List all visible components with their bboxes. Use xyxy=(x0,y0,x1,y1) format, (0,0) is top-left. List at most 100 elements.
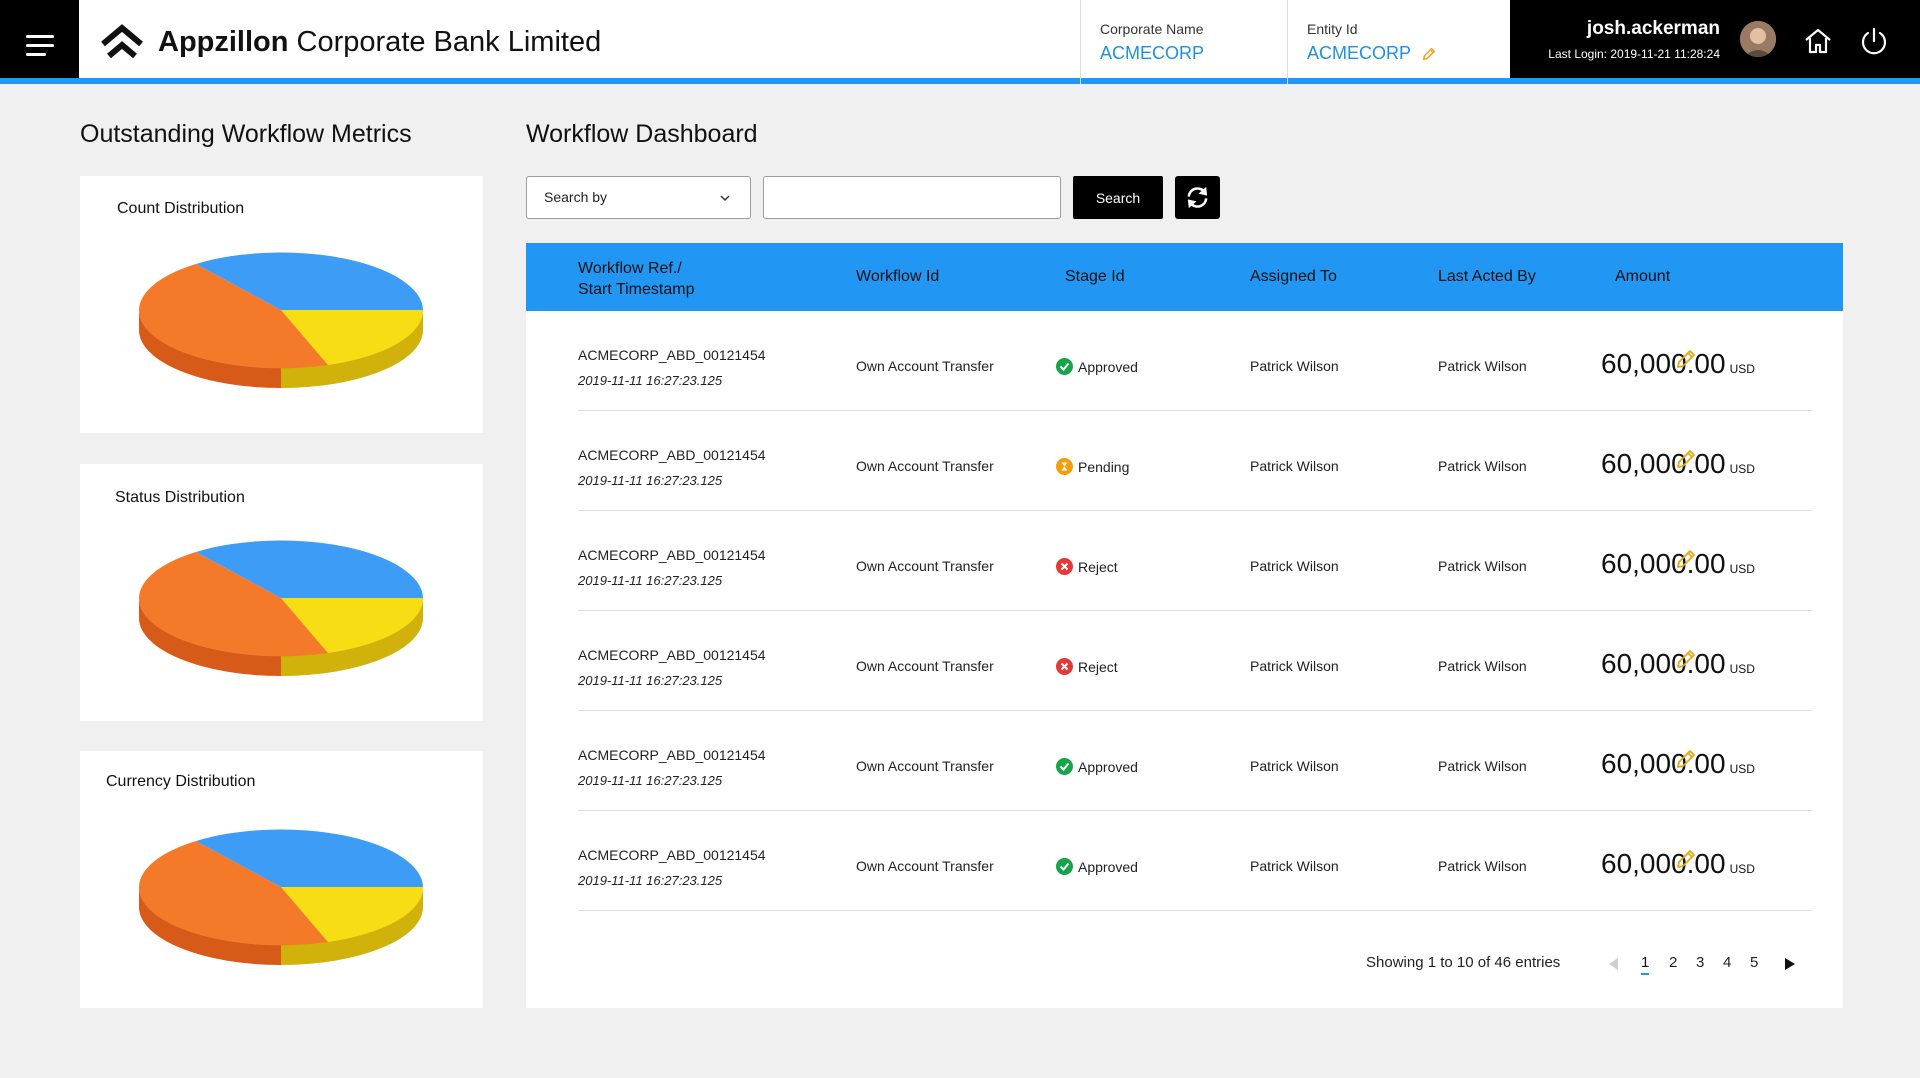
page-1[interactable]: 1 xyxy=(1641,954,1650,975)
last-acted-by: Patrick Wilson xyxy=(1438,658,1527,674)
pie-chart[interactable] xyxy=(136,829,426,969)
user-panel: josh.ackerman Last Login: 2019-11-21 11:… xyxy=(1510,0,1920,84)
start-timestamp: 2019-11-11 16:27:23.125 xyxy=(578,473,723,488)
pencil-icon[interactable] xyxy=(1421,46,1437,62)
workflow-id: Own Account Transfer xyxy=(856,758,994,774)
workflow-ref[interactable]: ACMECORP_ABD_00121454 xyxy=(578,747,766,763)
entity-id-value: ACMECORP xyxy=(1307,43,1412,63)
stage-status: Approved xyxy=(1056,758,1138,775)
search-input[interactable] xyxy=(763,176,1061,219)
table-row[interactable]: ACMECORP_ABD_00121454 2019-11-11 16:27:2… xyxy=(578,311,1812,411)
col-assigned-to[interactable]: Assigned To xyxy=(1250,268,1337,286)
last-acted-by: Patrick Wilson xyxy=(1438,358,1527,374)
check-icon xyxy=(1056,858,1073,875)
corporate-name-field: Corporate Name ACMECORP xyxy=(1080,0,1287,84)
stage-label: Pending xyxy=(1078,458,1130,475)
edit-icon[interactable] xyxy=(1674,847,1698,871)
page-5[interactable]: 5 xyxy=(1750,954,1758,971)
chevron-down-icon xyxy=(720,195,730,202)
search-by-dropdown[interactable]: Search by xyxy=(526,176,751,219)
hourglass-icon xyxy=(1056,458,1073,475)
col-workflow-id[interactable]: Workflow Id xyxy=(856,268,939,286)
refresh-icon xyxy=(1187,186,1208,209)
currency-distribution-card: Currency Distribution xyxy=(80,751,483,1008)
dashboard-title: Workflow Dashboard xyxy=(526,120,758,148)
start-timestamp: 2019-11-11 16:27:23.125 xyxy=(578,773,723,788)
col-stage-id[interactable]: Stage Id xyxy=(1065,268,1125,286)
table-row[interactable]: ACMECORP_ABD_00121454 2019-11-11 16:27:2… xyxy=(578,711,1812,811)
edit-icon[interactable] xyxy=(1674,347,1698,371)
stage-label: Reject xyxy=(1078,558,1118,575)
next-page-icon[interactable] xyxy=(1783,956,1797,972)
card-title: Currency Distribution xyxy=(106,773,256,790)
metrics-title: Outstanding Workflow Metrics xyxy=(80,120,412,148)
power-icon[interactable] xyxy=(1858,25,1890,57)
pie-chart[interactable] xyxy=(136,540,426,680)
edit-icon[interactable] xyxy=(1674,747,1698,771)
search-by-label: Search by xyxy=(544,189,608,205)
cross-icon xyxy=(1056,558,1073,575)
last-acted-by: Patrick Wilson xyxy=(1438,558,1527,574)
count-distribution-card: Count Distribution xyxy=(80,176,483,433)
col-workflow-ref[interactable]: Workflow Ref./ Start Timestamp xyxy=(578,258,694,300)
stage-label: Approved xyxy=(1078,858,1138,875)
stage-status: Approved xyxy=(1056,358,1138,375)
avatar[interactable] xyxy=(1740,21,1776,57)
corporate-name-value: ACMECORP xyxy=(1100,43,1205,63)
col-amount[interactable]: Amount xyxy=(1615,268,1670,286)
refresh-button[interactable] xyxy=(1175,176,1220,219)
assigned-to: Patrick Wilson xyxy=(1250,458,1339,474)
edit-icon[interactable] xyxy=(1674,447,1698,471)
cross-icon xyxy=(1056,658,1073,675)
prev-page-icon[interactable] xyxy=(1606,956,1620,972)
user-name[interactable]: josh.ackerman xyxy=(1587,18,1720,40)
check-icon xyxy=(1056,758,1073,775)
stage-label: Approved xyxy=(1078,758,1138,775)
page-2[interactable]: 2 xyxy=(1669,954,1677,971)
stage-status: Reject xyxy=(1056,658,1118,675)
start-timestamp: 2019-11-11 16:27:23.125 xyxy=(578,573,723,588)
entries-info: Showing 1 to 10 of 46 entries xyxy=(1366,954,1561,971)
edit-icon[interactable] xyxy=(1674,547,1698,571)
page-4[interactable]: 4 xyxy=(1723,954,1731,971)
card-title: Status Distribution xyxy=(115,489,245,506)
workflow-ref[interactable]: ACMECORP_ABD_00121454 xyxy=(578,347,766,363)
stage-status: Reject xyxy=(1056,558,1118,575)
workflow-ref[interactable]: ACMECORP_ABD_00121454 xyxy=(578,547,766,563)
page-3[interactable]: 3 xyxy=(1696,954,1704,971)
edit-icon[interactable] xyxy=(1674,647,1698,671)
assigned-to: Patrick Wilson xyxy=(1250,358,1339,374)
assigned-to: Patrick Wilson xyxy=(1250,858,1339,874)
table-row[interactable]: ACMECORP_ABD_00121454 2019-11-11 16:27:2… xyxy=(578,411,1812,511)
check-icon xyxy=(1056,358,1073,375)
home-icon[interactable] xyxy=(1802,25,1834,57)
table-row[interactable]: ACMECORP_ABD_00121454 2019-11-11 16:27:2… xyxy=(578,811,1812,911)
entity-id-label: Entity Id xyxy=(1307,21,1358,37)
table-row[interactable]: ACMECORP_ABD_00121454 2019-11-11 16:27:2… xyxy=(578,511,1812,611)
stage-label: Approved xyxy=(1078,358,1138,375)
brand[interactable]: Appzillon Corporate Bank Limited xyxy=(100,18,601,66)
last-acted-by: Patrick Wilson xyxy=(1438,458,1527,474)
stage-label: Reject xyxy=(1078,658,1118,675)
corporate-name-label: Corporate Name xyxy=(1100,21,1204,37)
workflow-ref[interactable]: ACMECORP_ABD_00121454 xyxy=(578,647,766,663)
workflow-id: Own Account Transfer xyxy=(856,658,994,674)
workflow-id: Own Account Transfer xyxy=(856,358,994,374)
workflow-id: Own Account Transfer xyxy=(856,858,994,874)
pie-chart[interactable] xyxy=(136,252,426,392)
workflow-table: Workflow Ref./ Start Timestamp Workflow … xyxy=(526,243,1843,1008)
col-last-acted-by[interactable]: Last Acted By xyxy=(1438,268,1536,286)
search-button[interactable]: Search xyxy=(1073,176,1163,219)
brand-logo-icon xyxy=(101,24,143,59)
top-header: Appzillon Corporate Bank Limited Corpora… xyxy=(0,0,1920,84)
stage-status: Approved xyxy=(1056,858,1138,875)
menu-button[interactable] xyxy=(0,0,79,84)
workflow-id: Own Account Transfer xyxy=(856,458,994,474)
workflow-ref[interactable]: ACMECORP_ABD_00121454 xyxy=(578,447,766,463)
table-row[interactable]: ACMECORP_ABD_00121454 2019-11-11 16:27:2… xyxy=(578,611,1812,711)
last-acted-by: Patrick Wilson xyxy=(1438,758,1527,774)
assigned-to: Patrick Wilson xyxy=(1250,758,1339,774)
assigned-to: Patrick Wilson xyxy=(1250,658,1339,674)
start-timestamp: 2019-11-11 16:27:23.125 xyxy=(578,873,723,888)
workflow-ref[interactable]: ACMECORP_ABD_00121454 xyxy=(578,847,766,863)
